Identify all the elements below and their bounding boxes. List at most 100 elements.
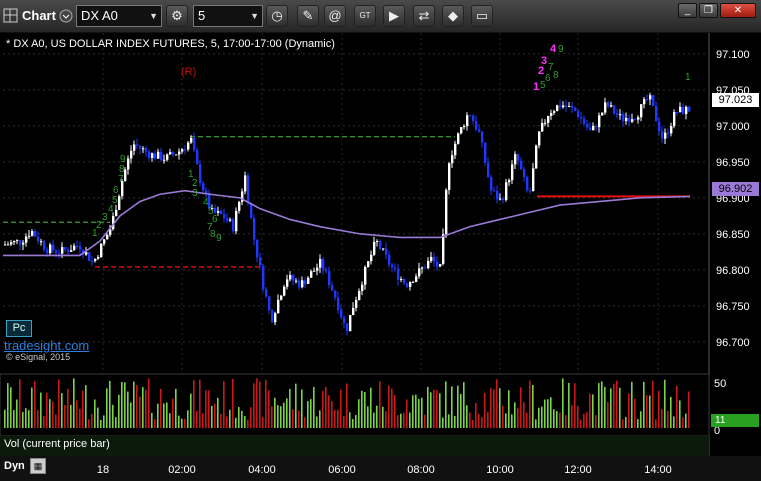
- candle-body: [157, 151, 160, 159]
- candle-body: [550, 112, 553, 116]
- candle-body: [178, 151, 181, 155]
- volume-bar: [334, 409, 336, 428]
- pencil-icon[interactable]: ✎: [297, 5, 319, 27]
- spiral-icon[interactable]: @: [324, 5, 346, 27]
- volume-bar: [172, 398, 174, 428]
- volume-bar: [370, 387, 372, 428]
- volume-bar: [253, 383, 255, 428]
- ticker-icon[interactable]: GT: [354, 5, 376, 27]
- candle-body: [181, 149, 184, 152]
- tag-icon[interactable]: ◆: [442, 5, 464, 27]
- interval-combo[interactable]: 5 ▼: [193, 5, 263, 27]
- candle-body: [115, 209, 118, 217]
- volume-bar: [490, 387, 492, 428]
- volume-bar: [250, 407, 252, 428]
- restore-button[interactable]: ❐: [699, 3, 718, 18]
- volume-bar: [352, 419, 354, 428]
- play-icon[interactable]: ▶: [383, 5, 405, 27]
- arrows-icon[interactable]: ⇄: [413, 5, 435, 27]
- volume-bar: [628, 393, 630, 428]
- candle-body: [481, 131, 484, 143]
- volume-bar: [307, 401, 309, 428]
- sequence-count: 9: [216, 233, 222, 244]
- candle-body: [502, 198, 505, 201]
- volume-bar: [385, 411, 387, 428]
- volume-bar: [310, 399, 312, 428]
- sequence-count: 9: [558, 44, 564, 55]
- volume-bar: [361, 390, 363, 428]
- volume-bar: [46, 392, 48, 428]
- volume-bar: [61, 393, 63, 428]
- candle-body: [343, 317, 346, 324]
- candle-body: [139, 145, 142, 149]
- candle-body: [421, 267, 424, 269]
- volume-bar: [547, 399, 549, 428]
- candle-body: [580, 117, 583, 119]
- candle-body: [73, 245, 76, 251]
- volume-bar: [34, 381, 36, 428]
- symbol-combo[interactable]: DX A0 ▼: [76, 5, 162, 27]
- candle-body: [475, 121, 478, 130]
- pc-label[interactable]: Pc: [6, 320, 32, 337]
- volume-bar: [268, 390, 270, 428]
- candle-body: [31, 230, 34, 236]
- candle-body: [142, 148, 145, 150]
- candle-body: [247, 175, 250, 203]
- volume-bar: [604, 386, 606, 428]
- minimize-button[interactable]: _: [678, 3, 697, 18]
- volume-bar: [439, 393, 441, 428]
- time-tick-label: 18: [97, 464, 109, 476]
- volume-bar: [496, 379, 498, 428]
- candle-body: [646, 99, 649, 101]
- candle-body: [367, 261, 370, 267]
- candle-body: [517, 154, 520, 161]
- candle-body: [322, 259, 325, 270]
- volume-bar: [79, 408, 81, 428]
- volume-bar: [631, 381, 633, 428]
- volume-bar: [262, 417, 264, 428]
- dyn-label[interactable]: Dyn: [4, 460, 25, 472]
- volume-bar: [214, 403, 216, 428]
- candle-body: [226, 218, 229, 221]
- volume-bar: [82, 390, 84, 428]
- volume-bar: [421, 397, 423, 428]
- candle-body: [163, 159, 166, 161]
- chart-grid-icon[interactable]: [2, 5, 20, 27]
- candle-body: [403, 279, 406, 284]
- candle-body: [262, 265, 265, 290]
- volume-bar: [364, 392, 366, 428]
- dropdown-chevron-icon[interactable]: [59, 5, 73, 27]
- candle-body: [277, 299, 280, 314]
- volume-bar: [133, 381, 135, 428]
- candle-body: [445, 189, 448, 235]
- speech-bubble-icon[interactable]: ▭: [471, 5, 493, 27]
- clock-icon[interactable]: ◷: [266, 5, 288, 27]
- candle-body: [508, 180, 511, 183]
- candle-body: [220, 211, 223, 215]
- volume-bar: [70, 404, 72, 428]
- candle-body: [355, 299, 358, 308]
- volume-bar: [430, 392, 432, 428]
- candle-body: [490, 176, 493, 191]
- candle-body: [682, 106, 685, 114]
- close-button[interactable]: ✕: [720, 3, 756, 18]
- candle-body: [22, 242, 25, 245]
- candle-body: [619, 114, 622, 116]
- volume-bar: [175, 388, 177, 428]
- chevron-down-icon: ▼: [250, 11, 259, 21]
- volume-bar: [271, 406, 273, 428]
- candle-body: [613, 105, 616, 114]
- volume-bar: [286, 398, 288, 428]
- volume-bar: [448, 414, 450, 428]
- zoom-icon[interactable]: ▦: [30, 458, 46, 474]
- price-tick-label: 96.800: [716, 265, 750, 277]
- price-chart[interactable]: 97.10097.05097.00096.95096.90096.85096.8…: [0, 33, 761, 481]
- volume-bar: [295, 383, 297, 428]
- candle-body: [268, 296, 271, 311]
- candle-body: [130, 150, 133, 159]
- volume-bar: [670, 396, 672, 428]
- sequence-count-magenta: 4: [550, 43, 557, 55]
- gear-icon[interactable]: ⚙: [166, 5, 188, 27]
- candle-body: [331, 285, 334, 291]
- sequence-count: 6: [545, 73, 551, 84]
